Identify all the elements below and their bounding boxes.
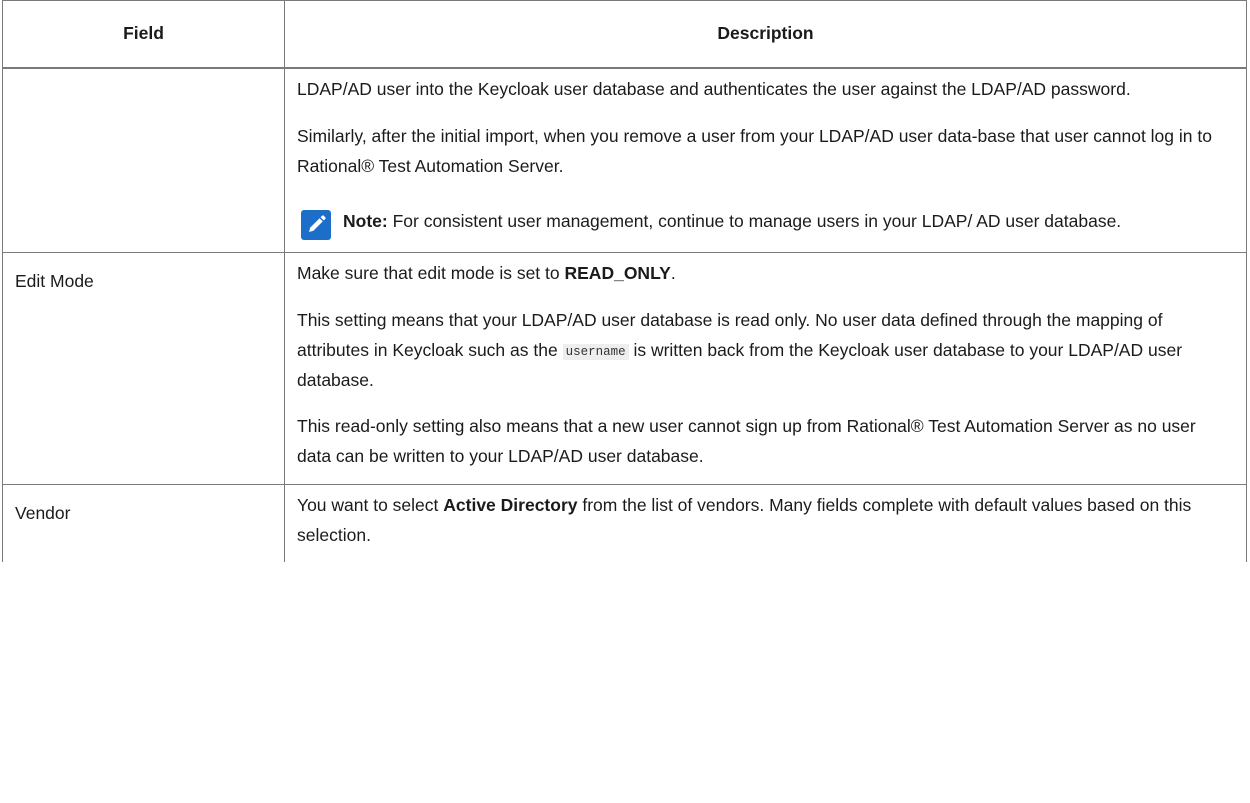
field-cell: [2, 67, 285, 254]
table-row: Vendor You want to select Active Directo…: [2, 483, 1247, 563]
description-cell: You want to select Active Directory from…: [284, 483, 1247, 563]
description-paragraph: You want to select Active Directory from…: [297, 494, 1192, 545]
note-pencil-icon: [301, 210, 331, 241]
note-text: For consistent user management, continue…: [387, 211, 1122, 232]
header-field: Field: [2, 0, 285, 69]
bold-value: READ_ONLY: [564, 263, 671, 284]
description-paragraph: LDAP/AD user into the Keycloak user data…: [297, 79, 1131, 99]
header-description: Description: [284, 0, 1247, 69]
table-row: Edit Mode Make sure that edit mode is se…: [2, 252, 1247, 485]
description-cell: Make sure that edit mode is set to READ_…: [284, 252, 1247, 485]
description-paragraph: Similarly, after the initial import, whe…: [297, 125, 1212, 176]
table-header-row: Field Description: [2, 0, 1247, 69]
note-callout: Note: For consistent user management, co…: [297, 207, 1230, 241]
table-row: LDAP/AD user into the Keycloak user data…: [2, 67, 1247, 254]
description-paragraph: Make sure that edit mode is set to READ_…: [297, 263, 676, 284]
description-cell: LDAP/AD user into the Keycloak user data…: [284, 67, 1247, 254]
description-paragraph: This setting means that your LDAP/AD use…: [297, 310, 1183, 390]
field-cell-vendor: Vendor: [2, 483, 285, 563]
description-paragraph: This read-only setting also means that a…: [297, 416, 1196, 466]
field-cell-edit-mode: Edit Mode: [2, 252, 285, 485]
note-label: Note:: [343, 211, 388, 232]
bold-value: Active Directory: [443, 494, 578, 515]
field-description-table: Field Description LDAP/AD user into the …: [2, 0, 1247, 563]
inline-code: username: [562, 343, 629, 360]
